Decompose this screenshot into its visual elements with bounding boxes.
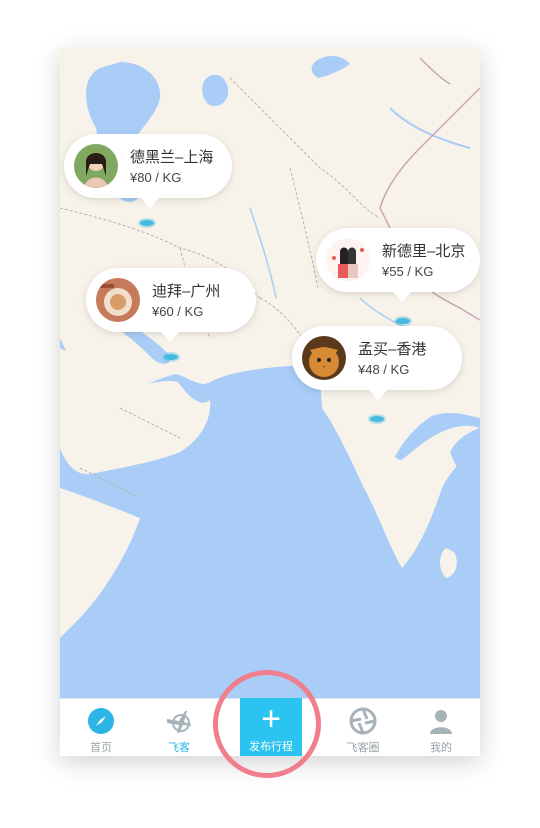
person-icon: [430, 710, 452, 734]
location-pin[interactable]: [370, 416, 384, 422]
price-label: ¥80 / KG: [130, 170, 182, 185]
tab-home[interactable]: 首页: [66, 699, 136, 756]
bubble-tail: [140, 197, 160, 208]
route-bubble-dubai-guangzhou[interactable]: 迪拜–广州 ¥60 / KG: [86, 268, 256, 342]
route-label: 孟买–香港: [358, 341, 427, 358]
food-bowl-avatar: [96, 278, 140, 322]
bubble-tail: [392, 291, 412, 302]
phone-screen: 德黑兰–上海 ¥80 / KG 迪拜–广州 ¥60 / KG 新德里–北京 ¥5…: [60, 48, 480, 756]
compass-icon: [88, 708, 114, 734]
price-label: ¥60 / KG: [152, 304, 204, 319]
location-pin[interactable]: [140, 220, 154, 226]
route-bubble-mumbai-hongkong[interactable]: 孟买–香港 ¥48 / KG: [292, 326, 462, 400]
cat-avatar: [302, 336, 346, 380]
bubble-tail: [160, 331, 180, 342]
route-label: 德黑兰–上海: [130, 149, 214, 166]
airplane-globe-icon: [167, 711, 191, 733]
price-label: ¥55 / KG: [382, 264, 434, 279]
aperture-icon: [349, 707, 377, 735]
price-label: ¥48 / KG: [358, 362, 410, 377]
location-pin[interactable]: [164, 354, 178, 360]
tab-label: 我的: [430, 742, 452, 754]
tab-label: 首页: [90, 742, 112, 754]
illustration-avatar: [326, 238, 370, 282]
tab-feike-circle[interactable]: 飞客圈: [328, 699, 398, 756]
route-label: 新德里–北京: [382, 243, 466, 260]
location-pin[interactable]: [396, 318, 410, 324]
tab-feike[interactable]: 飞客: [144, 699, 214, 756]
route-bubble-tehran-shanghai[interactable]: 德黑兰–上海 ¥80 / KG: [64, 134, 232, 208]
highlight-ring: [213, 670, 321, 778]
tab-label: 飞客圈: [346, 742, 380, 754]
route-label: 迪拜–广州: [152, 283, 221, 300]
route-bubble-newdelhi-beijing[interactable]: 新德里–北京 ¥55 / KG: [316, 228, 480, 302]
girl-portrait-avatar: [74, 144, 118, 188]
tab-mine[interactable]: 我的: [406, 699, 476, 756]
tab-label: 飞客: [168, 742, 190, 754]
bubble-tail: [368, 389, 388, 400]
